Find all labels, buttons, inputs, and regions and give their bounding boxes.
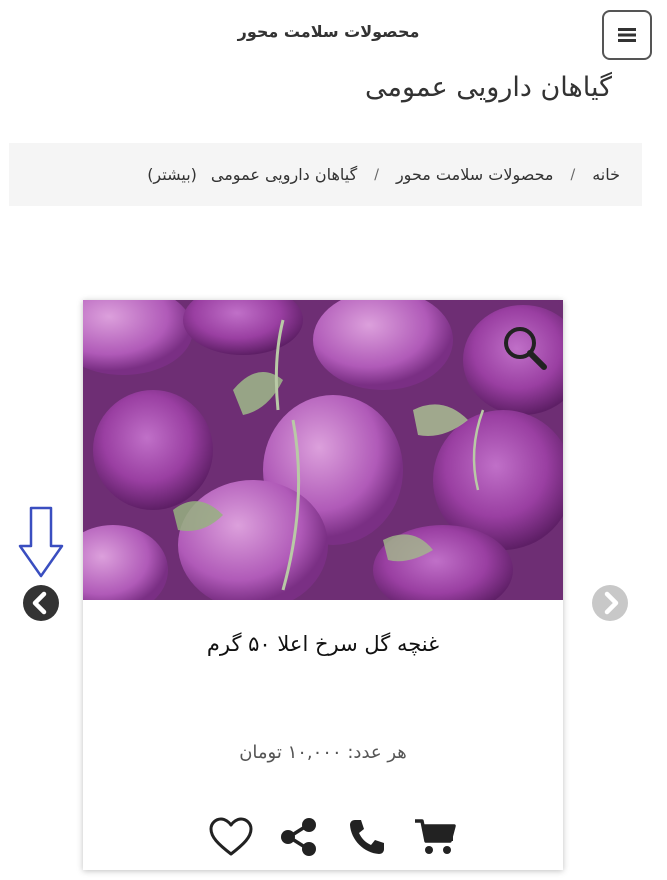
share-icon[interactable] [274, 816, 324, 858]
chevron-right-icon [592, 585, 628, 621]
brand-title[interactable]: محصولات سلامت محور [236, 22, 421, 41]
rose-buds-photo [83, 300, 563, 600]
page-title: گیاهان دارویی عمومی [365, 72, 612, 103]
chevron-left-icon [23, 585, 59, 621]
breadcrumb-category[interactable]: محصولات سلامت محور [396, 165, 554, 184]
carousel-prev-button[interactable] [23, 585, 59, 625]
breadcrumb-current: گیاهان دارویی عمومی [210, 165, 358, 184]
menu-button[interactable] [602, 10, 652, 60]
carousel-next-button[interactable] [592, 585, 628, 625]
breadcrumb: خانه / محصولات سلامت محور / گیاهان داروی… [9, 143, 642, 206]
breadcrumb-more-link[interactable]: (بیشتر) [147, 165, 197, 184]
breadcrumb-separator: / [374, 166, 379, 183]
breadcrumb-home[interactable]: خانه [592, 165, 620, 184]
down-arrow-icon [17, 506, 65, 582]
product-price: هر عدد: ۱۰,۰۰۰ تومان [239, 742, 407, 763]
product-card[interactable]: غنچه گل سرخ اعلا ۵۰ گرم هر عدد: ۱۰,۰۰۰ ت… [83, 300, 563, 870]
product-actions [206, 816, 460, 858]
breadcrumb-separator: / [570, 166, 576, 183]
heart-icon[interactable] [206, 816, 256, 858]
product-name[interactable]: غنچه گل سرخ اعلا ۵۰ گرم [83, 632, 563, 656]
magnifier-icon[interactable] [502, 325, 548, 371]
phone-icon[interactable] [342, 816, 392, 858]
hamburger-icon [618, 28, 636, 42]
cart-icon[interactable] [410, 816, 460, 858]
product-image[interactable] [83, 300, 563, 600]
